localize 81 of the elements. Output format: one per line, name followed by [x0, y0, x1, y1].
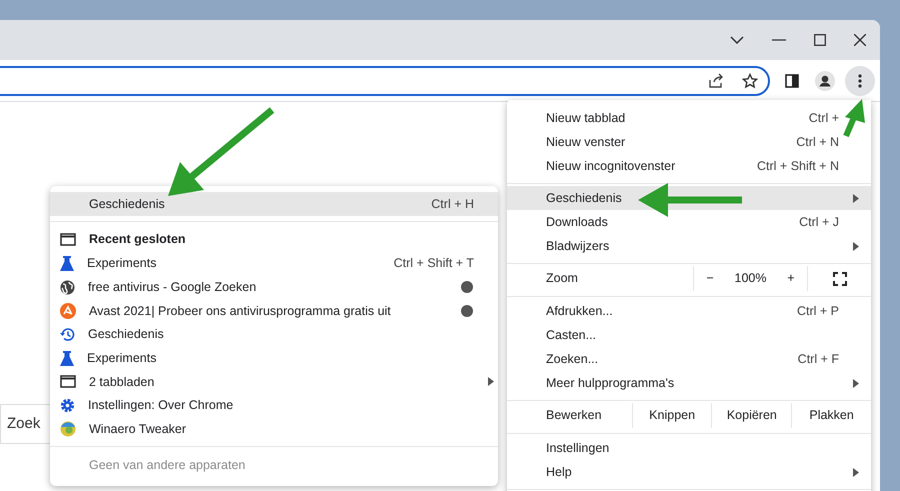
flask-icon	[60, 350, 74, 366]
share-icon[interactable]	[708, 72, 724, 88]
menu-item-label: Experiments	[87, 255, 156, 272]
maximize-icon[interactable]	[814, 34, 826, 46]
menu-item-label: Casten...	[546, 326, 596, 344]
zoom-in-button[interactable]: +	[783, 269, 799, 288]
menu-item-label: free antivirus - Google Zoeken	[88, 278, 256, 296]
shortcut-text: Ctrl + H	[431, 196, 474, 213]
more-vertical-icon	[858, 74, 862, 88]
shortcut-text: Ctrl + N	[796, 134, 839, 151]
close-icon[interactable]	[854, 34, 866, 46]
menu-item[interactable]: Instellingen	[507, 436, 871, 460]
shortcut-text: Ctrl + Shift + T	[394, 255, 474, 272]
edit-button[interactable]: Plakken	[791, 403, 871, 428]
menu-item[interactable]: Nieuw venster Ctrl + N	[507, 130, 871, 154]
edit-button[interactable]: Kopiëren	[711, 403, 792, 428]
menu-item[interactable]: Geschiedenis Ctrl + H	[50, 192, 498, 216]
profile-icon[interactable]	[815, 70, 835, 90]
minimize-icon[interactable]	[772, 39, 786, 41]
menu-button[interactable]	[845, 66, 875, 96]
menu-item-label: Geschiedenis	[546, 190, 622, 207]
avast-logo-icon	[60, 302, 76, 319]
menu-item-label: Zoom	[545, 270, 579, 288]
menu-item[interactable]: Experiments Ctrl + Shift + T	[50, 252, 498, 276]
menu-item-label: Nieuw venster	[546, 134, 626, 151]
window-icon	[60, 375, 76, 388]
zoom-out-button[interactable]: −	[702, 269, 718, 288]
menu-item-label: Geschiedenis	[88, 326, 164, 344]
arrow	[842, 98, 868, 138]
side-panel-icon[interactable]	[785, 74, 799, 88]
menu-item-label: Help	[546, 464, 572, 481]
menu-item[interactable]: Nieuw incognitovenster Ctrl + Shift + N	[507, 154, 871, 178]
menu-item[interactable]: Casten...	[507, 323, 871, 347]
menu-item-label: 2 tabbladen	[89, 374, 154, 391]
menu-item[interactable]: Help	[507, 460, 871, 484]
gear-icon	[60, 398, 75, 414]
menu-item[interactable]: Recent gesloten	[50, 228, 498, 252]
shortcut-text: Ctrl + J	[799, 214, 839, 231]
menu-item-label: Recent gesloten	[89, 231, 186, 248]
shortcut-text: Ctrl + P	[796, 302, 839, 320]
search-text: Zoek	[7, 414, 40, 434]
placeholder-text: Geen van andere apparaten	[89, 456, 246, 474]
menu-item-label: Avast 2021| Probeer ons antivirusprogramma gratis uit	[89, 302, 391, 320]
edit-button[interactable]: Knippen	[632, 403, 712, 428]
menu-item-label: Winaero Tweaker	[89, 420, 186, 438]
menu-item[interactable]: free antivirus - Google Zoeken	[50, 275, 498, 300]
menu-item[interactable]: Zoeken... Ctrl + F	[507, 347, 871, 371]
menu-item-label: Instellingen	[546, 440, 610, 457]
history-icon	[60, 327, 75, 342]
menu-item-label: Meer hulpprogramma's	[546, 374, 674, 392]
menu-item-label: Nieuw incognitovenster	[546, 158, 676, 175]
winaero-logo-icon	[60, 421, 76, 438]
menu-item-label: Afdrukken...	[546, 302, 613, 320]
menu-item[interactable]: Meer hulpprogramma's	[507, 371, 871, 395]
star-icon[interactable]	[742, 72, 758, 88]
menu-item-label: Experiments	[87, 350, 156, 367]
menu-item[interactable]: Afdrukken... Ctrl + P	[507, 299, 871, 323]
chevron-down-icon[interactable]	[730, 36, 744, 44]
zoom-level-text: 100%	[734, 270, 766, 288]
flask-icon	[60, 256, 74, 272]
menu-item[interactable]: Avast 2021| Probeer ons antivirusprogramma gratis uit	[50, 299, 498, 323]
menu-item-label: Nieuw tabblad	[546, 110, 626, 127]
menu-item-label: Instellingen: Over Chrome	[88, 397, 234, 414]
menu-item-label: Bladwijzers	[546, 238, 610, 255]
window-icon	[60, 233, 76, 246]
menu-item[interactable]: Experiments	[50, 346, 498, 370]
menu-item[interactable]: 2 tabbladen	[50, 370, 498, 394]
menu-item-label: Downloads	[546, 214, 608, 231]
menu-item-label: Bewerken	[545, 407, 603, 424]
shortcut-text: Ctrl + F	[798, 350, 839, 368]
menu-item[interactable]: Bladwijzers	[507, 234, 871, 258]
shortcut-text: Ctrl +	[808, 110, 839, 127]
address-bar[interactable]	[0, 66, 770, 96]
menu-item[interactable]: Nieuw tabblad Ctrl +	[507, 106, 871, 130]
fullscreen-icon[interactable]	[832, 272, 846, 286]
globe-icon	[60, 280, 75, 295]
menu-item-label: Zoeken...	[546, 350, 598, 368]
menu-item[interactable]: Geschiedenis	[50, 322, 498, 346]
shortcut-text: Ctrl + Shift + N	[757, 158, 839, 175]
menu-item[interactable]: Downloads Ctrl + J	[507, 210, 871, 234]
menu-item-label: Geschiedenis	[89, 196, 165, 213]
